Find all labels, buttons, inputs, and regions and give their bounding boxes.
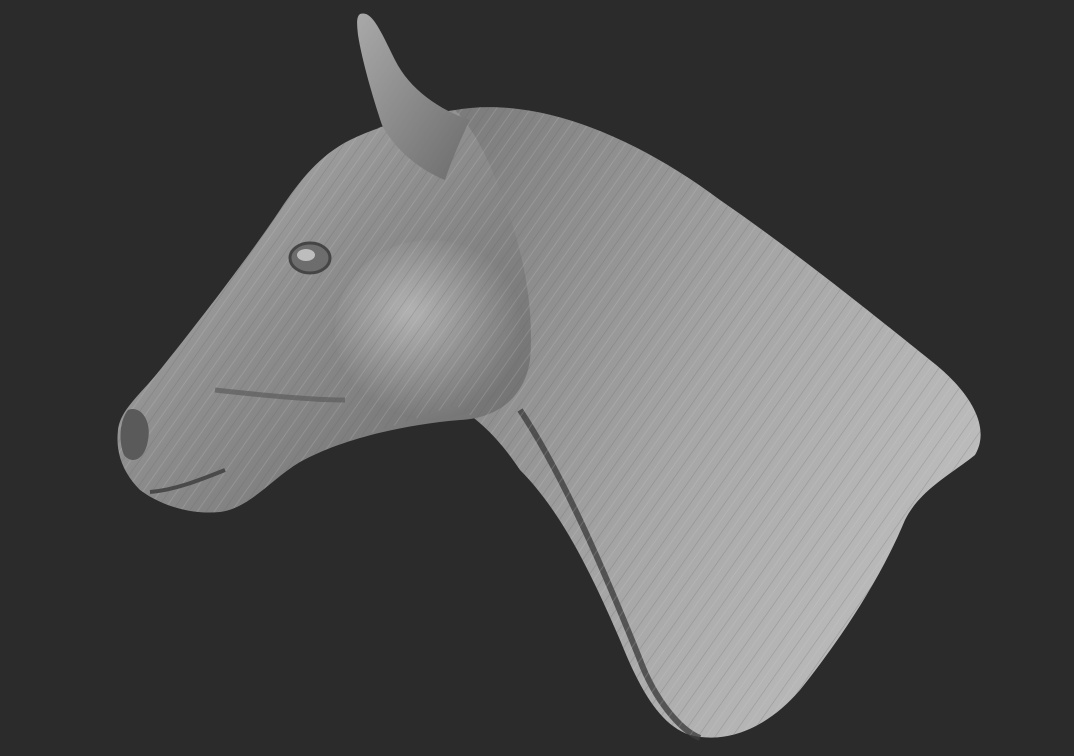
eye-highlight <box>297 249 315 261</box>
sculpt-viewport[interactable] <box>0 0 1074 756</box>
texture-overlay <box>117 107 981 738</box>
horse-head-sculpt <box>117 13 981 741</box>
